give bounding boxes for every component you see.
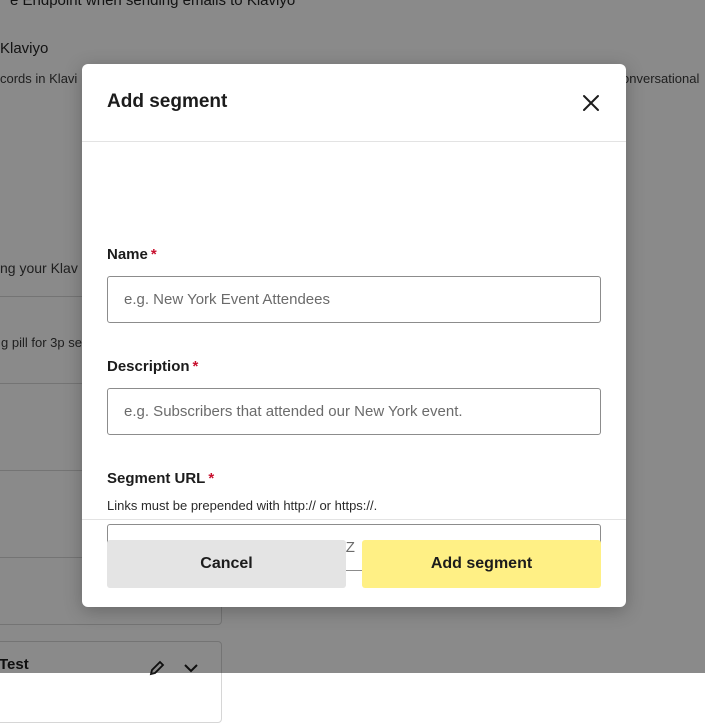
cancel-button[interactable]: Cancel — [107, 540, 346, 588]
dialog-body: Name* Description* Segment URL* Links mu… — [82, 142, 626, 571]
segment-url-label: Segment URL * — [107, 470, 214, 487]
name-label-text: Name — [107, 246, 148, 263]
dialog-header: Add segment — [82, 64, 626, 142]
segment-url-helper-text: Links must be prepended with http:// or … — [107, 498, 378, 513]
name-input[interactable] — [107, 276, 601, 323]
close-button[interactable] — [581, 93, 601, 113]
close-icon — [583, 95, 599, 111]
dialog-footer: Cancel Add segment — [82, 520, 626, 608]
add-segment-dialog: Add segment Name* Description* Segment U… — [82, 64, 626, 607]
description-label: Description * — [107, 358, 198, 375]
required-marker: * — [150, 246, 157, 263]
description-input[interactable] — [107, 388, 601, 435]
description-label-text: Description — [107, 358, 190, 375]
segment-url-label-text: Segment URL — [107, 470, 206, 487]
name-label: Name * — [107, 246, 157, 263]
add-segment-button[interactable]: Add segment — [362, 540, 601, 588]
required-marker: * — [192, 358, 199, 375]
required-marker: * — [208, 470, 215, 487]
dialog-title: Add segment — [107, 91, 228, 112]
